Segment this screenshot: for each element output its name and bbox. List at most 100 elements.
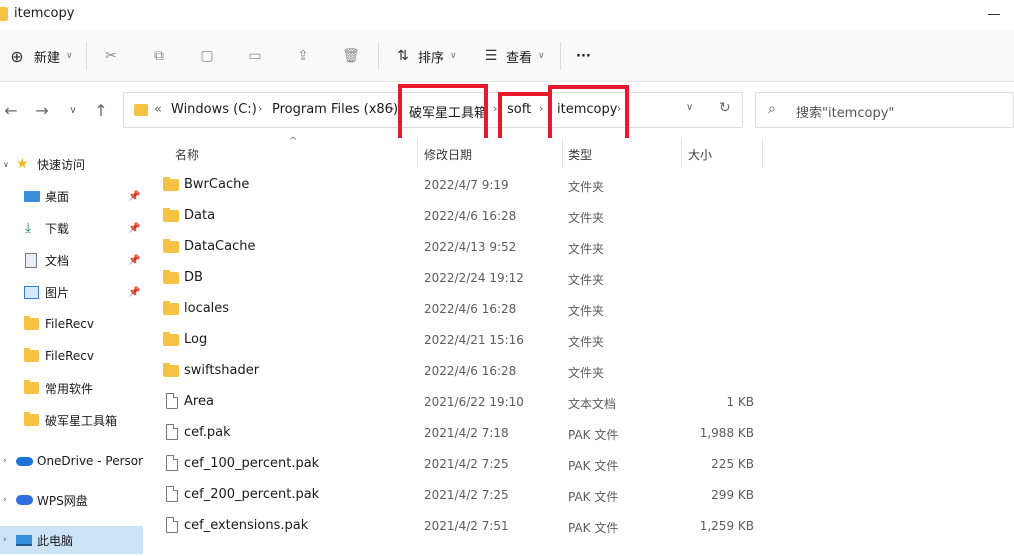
column-header-type[interactable]: 类型 (563, 138, 681, 168)
sidebar-item-label: 文档 (45, 253, 70, 268)
cut-button[interactable]: ✂ (100, 44, 122, 68)
up-arrow-icon[interactable]: ↑ (90, 100, 112, 122)
file-name: Log (184, 332, 208, 347)
sidebar-item-label: 此电脑 (37, 533, 74, 548)
folder-icon (163, 270, 179, 284)
sidebar-item-pictures[interactable]: 图片 📌 (0, 278, 143, 306)
sidebar-item-label: 常用软件 (45, 381, 94, 396)
column-header-label: 大小 (688, 148, 713, 162)
pin-icon[interactable]: 📌 (128, 255, 140, 266)
trash-icon: 🗑 (342, 48, 360, 64)
file-type: 文件夹 (568, 242, 605, 256)
search-box[interactable]: ⌕ 搜索"itemcopy" (755, 92, 1014, 128)
file-row[interactable]: cef_extensions.pak 2021/4/2 7:51 PAK 文件 1,2… (143, 511, 1014, 542)
column-header-size[interactable]: 大小 (682, 138, 762, 168)
folder-icon (163, 301, 179, 315)
chevron-right-icon[interactable]: › (3, 535, 7, 545)
file-row[interactable]: cef_200_percent.pak 2021/4/2 7:25 PAK 文件 29… (143, 480, 1014, 511)
chevron-right-icon[interactable]: › (3, 456, 7, 466)
paste-button[interactable]: ▢ (196, 44, 218, 68)
highlight-box (398, 84, 488, 142)
file-row[interactable]: Area 2021/6/22 19:10 文本文档 1 KB (143, 387, 1014, 418)
folder-icon (24, 316, 39, 330)
toolbar-divider (86, 42, 87, 70)
forward-arrow-icon[interactable]: → (31, 100, 53, 122)
chevron-down-icon: ∨ (538, 51, 545, 61)
column-header-date[interactable]: 修改日期 (418, 138, 562, 168)
file-name: cef_extensions.pak (184, 518, 309, 533)
new-button[interactable]: ⊕ 新建 ∨ (6, 44, 73, 68)
recent-locations-icon[interactable]: ∨ (62, 100, 84, 122)
file-icon (166, 517, 178, 533)
sidebar-item-label: FileRecv (45, 317, 94, 331)
file-name: DB (184, 270, 203, 285)
delete-button[interactable]: 🗑 (340, 44, 362, 68)
breadcrumb-program-files[interactable]: Program Files (x86) (272, 102, 398, 117)
view-button[interactable]: ☰ 查看 ∨ (480, 44, 545, 68)
sidebar-item-label: 桌面 (45, 189, 70, 204)
column-divider[interactable] (762, 138, 763, 168)
file-icon (166, 486, 178, 502)
column-header-name[interactable]: 名称 ^ (163, 136, 417, 168)
file-type: 文件夹 (568, 180, 605, 194)
sidebar-item-filerecv[interactable]: FileRecv (0, 310, 143, 338)
chevron-down-icon[interactable]: ∨ (3, 160, 9, 169)
breadcrumb-drive[interactable]: Windows (C:) (171, 102, 257, 117)
file-type: 文件夹 (568, 273, 605, 287)
file-type: PAK 文件 (568, 459, 619, 473)
file-row[interactable]: swiftshader 2022/4/6 16:28 文件夹 (143, 356, 1014, 387)
more-options-button[interactable]: ··· (576, 44, 591, 68)
rename-icon: ▭ (248, 48, 262, 64)
file-name: swiftshader (184, 363, 260, 378)
search-input[interactable]: 搜索"itemcopy" (796, 102, 894, 121)
chevron-right-icon[interactable]: › (258, 102, 262, 115)
sidebar-item-common-software[interactable]: 常用软件 (0, 374, 143, 402)
file-type: 文件夹 (568, 335, 605, 349)
sidebar-item-toolbox[interactable]: 破军星工具箱 (0, 406, 143, 434)
pin-icon[interactable]: 📌 (128, 191, 140, 202)
sidebar-item-quick-access[interactable]: ∨ ★ 快速访问 (0, 150, 143, 178)
file-date: 2021/4/2 7:51 (424, 519, 509, 533)
file-name: BwrCache (184, 177, 250, 192)
share-button[interactable]: ⇪ (292, 44, 314, 68)
sidebar-item-label: 破军星工具箱 (45, 413, 118, 428)
desktop-icon (24, 190, 40, 202)
chevron-right-icon[interactable]: › (493, 102, 497, 115)
sort-label: 排序 (418, 50, 445, 66)
folder-icon (163, 239, 179, 253)
chevron-right-icon[interactable]: › (390, 102, 394, 115)
chevron-right-icon[interactable]: › (3, 495, 7, 505)
copy-button[interactable]: ⧉ (148, 44, 170, 68)
file-row[interactable]: cef_100_percent.pak 2021/4/2 7:25 PAK 文件 22… (143, 449, 1014, 480)
pin-icon[interactable]: 📌 (128, 223, 140, 234)
breadcrumb-overflow[interactable]: « (154, 102, 162, 117)
rename-button[interactable]: ▭ (244, 44, 266, 68)
sidebar-item-this-pc[interactable]: › 此电脑 (0, 526, 143, 554)
file-row[interactable]: cef.pak 2021/4/2 7:18 PAK 文件 1,988 KB (143, 418, 1014, 449)
pin-icon[interactable]: 📌 (128, 287, 140, 298)
list-view-icon: ☰ (484, 48, 498, 64)
sidebar-item-desktop[interactable]: 桌面 📌 (0, 182, 143, 210)
file-row[interactable]: Data 2022/4/6 16:28 文件夹 (143, 201, 1014, 232)
refresh-icon[interactable]: ↻ (719, 100, 731, 116)
file-date: 2021/6/22 19:10 (424, 395, 524, 409)
sidebar-item-wps-cloud[interactable]: › WPS网盘 (0, 486, 143, 514)
minimize-button[interactable] (988, 14, 1000, 15)
file-type: 文件夹 (568, 304, 605, 318)
sidebar-item-documents[interactable]: 文档 📌 (0, 246, 143, 274)
sidebar-item-onedrive[interactable]: › OneDrive - Persor (0, 447, 143, 475)
file-row[interactable]: Log 2022/4/21 15:16 文件夹 (143, 325, 1014, 356)
file-date: 2022/4/21 15:16 (424, 333, 524, 347)
file-row[interactable]: locales 2022/4/6 16:28 文件夹 (143, 294, 1014, 325)
chevron-down-icon[interactable]: ∨ (686, 102, 693, 113)
back-arrow-icon[interactable]: ← (0, 100, 22, 122)
sidebar-item-filerecv-2[interactable]: FileRecv (0, 342, 143, 370)
file-name: Data (184, 208, 216, 223)
navigation-pane: ∨ ★ 快速访问 桌面 📌 ⤓ 下载 📌 文档 📌 图片 📌 FileRecv … (0, 138, 143, 556)
sort-button[interactable]: ⇅ 排序 ∨ (392, 44, 456, 68)
sidebar-item-downloads[interactable]: ⤓ 下载 📌 (0, 214, 143, 242)
file-row[interactable]: DataCache 2022/4/13 9:52 文件夹 (143, 232, 1014, 263)
file-row[interactable]: DB 2022/2/24 19:12 文件夹 (143, 263, 1014, 294)
chevron-down-icon: ∨ (66, 51, 73, 61)
file-row[interactable]: BwrCache 2022/4/7 9:19 文件夹 (143, 170, 1014, 201)
